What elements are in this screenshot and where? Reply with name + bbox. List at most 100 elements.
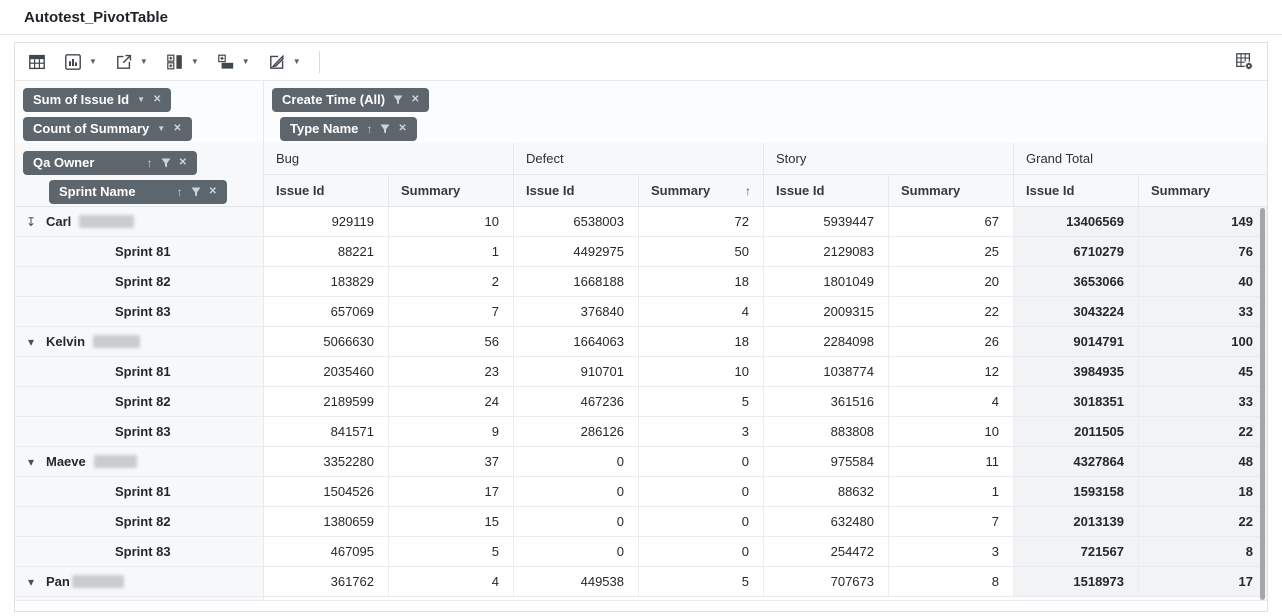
row-label: Kelvin xyxy=(46,334,85,349)
col-header-label: Summary xyxy=(1151,183,1210,198)
value-cell: 361762 xyxy=(264,567,389,596)
caret-down-icon[interactable]: ▼ xyxy=(137,96,145,104)
table-row: Sprint 818822114492975502129083256710279… xyxy=(15,237,1267,267)
value-cell: 0 xyxy=(639,507,764,536)
chip-sum-of-issue-id[interactable]: Sum of Issue Id ▼✕ xyxy=(23,88,171,112)
col-header-story-issue-id[interactable]: Issue Id xyxy=(764,175,889,206)
value-cell: 4 xyxy=(889,387,1014,416)
col-group-grand-total: Grand Total xyxy=(1014,143,1267,174)
close-icon[interactable]: ✕ xyxy=(153,95,161,105)
table-row: ▾Pan361762444953857076738151897317 xyxy=(15,567,1267,597)
col-header-label: Summary xyxy=(651,183,710,198)
value-cell: 5 xyxy=(389,537,514,566)
value-cell: 15 xyxy=(389,507,514,536)
col-header-story-summary[interactable]: Summary xyxy=(889,175,1014,206)
chip-qa-owner[interactable]: Qa Owner ↑✕ xyxy=(23,151,197,175)
value-cell: 100 xyxy=(1139,327,1267,356)
row-label-cell: Sprint 82 xyxy=(15,387,264,416)
chip-type-name[interactable]: Type Name ↑✕ xyxy=(280,117,417,141)
col-header-grand-total-summary[interactable]: Summary xyxy=(1139,175,1267,206)
value-cell: 2011505 xyxy=(1014,417,1139,446)
value-cell: 2009315 xyxy=(764,297,889,326)
caret-down-icon[interactable]: ▼ xyxy=(157,125,165,133)
filter-funnel-icon[interactable] xyxy=(161,158,171,168)
value-cell: 88221 xyxy=(264,237,389,266)
value-cell: 48 xyxy=(1139,447,1267,476)
value-cell: 26 xyxy=(889,327,1014,356)
filter-zone: Sum of Issue Id ▼✕ Count of Summary ▼✕ C… xyxy=(15,81,1267,143)
columns-filter-panel: Create Time (All) ✕ Type Name ↑✕ xyxy=(264,81,1267,143)
row-label-cell: Sprint 83 xyxy=(15,417,264,446)
filter-funnel-icon[interactable] xyxy=(191,187,201,197)
chip-count-of-summary[interactable]: Count of Summary ▼✕ xyxy=(23,117,192,141)
filter-funnel-icon[interactable] xyxy=(393,95,403,105)
value-cell: 707673 xyxy=(764,567,889,596)
collapse-icon[interactable]: ▾ xyxy=(24,336,38,348)
table-row: ↧Carl92911910653800372593944767134065691… xyxy=(15,207,1267,237)
row-subtotals-button[interactable]: ▼ xyxy=(217,53,250,71)
row-label: Pan xyxy=(46,574,70,589)
column-subtotals-button[interactable]: ▼ xyxy=(166,53,199,71)
col-header-bug-summary[interactable]: Summary xyxy=(389,175,514,206)
table-row: Sprint 812035460239107011010387741239849… xyxy=(15,357,1267,387)
edit-icon xyxy=(268,53,286,71)
value-cell: 18 xyxy=(639,327,764,356)
collapse-icon[interactable]: ▾ xyxy=(24,456,38,468)
value-cell: 13406569 xyxy=(1014,207,1139,236)
value-cell: 3043224 xyxy=(1014,297,1139,326)
value-cell: 1668188 xyxy=(514,267,639,296)
chart-view-button[interactable]: ▼ xyxy=(64,53,97,71)
value-cell: 1801049 xyxy=(764,267,889,296)
row-label-cell[interactable]: ↧Carl xyxy=(15,207,264,236)
chip-create-time[interactable]: Create Time (All) ✕ xyxy=(272,88,429,112)
table-header: Qa Owner ↑✕ Sprint Name ↑✕ Bug Defect St… xyxy=(15,143,1267,207)
close-icon[interactable]: ✕ xyxy=(398,124,406,134)
close-icon[interactable]: ✕ xyxy=(209,187,217,197)
filter-funnel-icon[interactable] xyxy=(380,124,390,134)
toolbar-divider xyxy=(319,51,320,73)
value-cell: 929119 xyxy=(264,207,389,236)
expand-icon[interactable]: ↧ xyxy=(24,216,38,228)
sort-up-icon[interactable]: ↑ xyxy=(366,123,372,135)
close-icon[interactable]: ✕ xyxy=(411,95,419,105)
value-cell: 25 xyxy=(889,237,1014,266)
export-button[interactable]: ▼ xyxy=(115,53,148,71)
row-label-cell[interactable]: ▾ Kelvin xyxy=(15,327,264,356)
value-cell: 22 xyxy=(1139,417,1267,446)
value-cell: 56 xyxy=(389,327,514,356)
sort-up-icon[interactable]: ↑ xyxy=(177,186,183,198)
collapse-icon[interactable]: ▾ xyxy=(24,576,38,588)
col-header-defect-issue-id[interactable]: Issue Id xyxy=(514,175,639,206)
close-icon[interactable]: ✕ xyxy=(173,124,181,134)
values-filter-panel: Sum of Issue Id ▼✕ Count of Summary ▼✕ xyxy=(15,81,264,143)
redacted-name xyxy=(72,575,124,588)
table-row: Sprint 821838292166818818180104920365306… xyxy=(15,267,1267,297)
col-header-bug-issue-id[interactable]: Issue Id xyxy=(264,175,389,206)
value-cell: 3352280 xyxy=(264,447,389,476)
value-cell: 17 xyxy=(389,477,514,506)
table-settings-button[interactable] xyxy=(1235,52,1254,71)
close-icon[interactable]: ✕ xyxy=(179,158,187,168)
col-header-label: Issue Id xyxy=(776,183,824,198)
table-row: Sprint 838415719286126388380810201150522 xyxy=(15,417,1267,447)
chevron-down-icon: ▼ xyxy=(293,58,301,66)
sort-up-icon[interactable]: ↑ xyxy=(147,157,153,169)
value-cell: 467236 xyxy=(514,387,639,416)
row-label-cell[interactable]: ▾ Pan xyxy=(15,567,264,596)
value-cell: 11 xyxy=(889,447,1014,476)
edit-button[interactable]: ▼ xyxy=(268,53,301,71)
chip-sprint-name[interactable]: Sprint Name ↑✕ xyxy=(49,180,227,204)
title-bar: Autotest_PivotTable xyxy=(0,0,1282,35)
table-row: Sprint 82138065915006324807201313922 xyxy=(15,507,1267,537)
row-label-cell[interactable]: ▾Maeve xyxy=(15,447,264,476)
column-headers: Bug Defect Story Grand Total Issue Id Su… xyxy=(264,143,1267,206)
col-header-defect-summary[interactable]: Summary↑ xyxy=(639,175,764,206)
col-header-label: Summary xyxy=(401,183,460,198)
row-label-cell: Sprint 82 xyxy=(15,267,264,296)
value-cell: 5 xyxy=(639,387,764,416)
table-view-button[interactable] xyxy=(28,53,46,71)
value-cell: 88632 xyxy=(764,477,889,506)
value-cell: 5 xyxy=(639,567,764,596)
col-header-grand-total-issue-id[interactable]: Issue Id xyxy=(1014,175,1139,206)
vertical-scrollbar[interactable] xyxy=(1260,208,1265,600)
